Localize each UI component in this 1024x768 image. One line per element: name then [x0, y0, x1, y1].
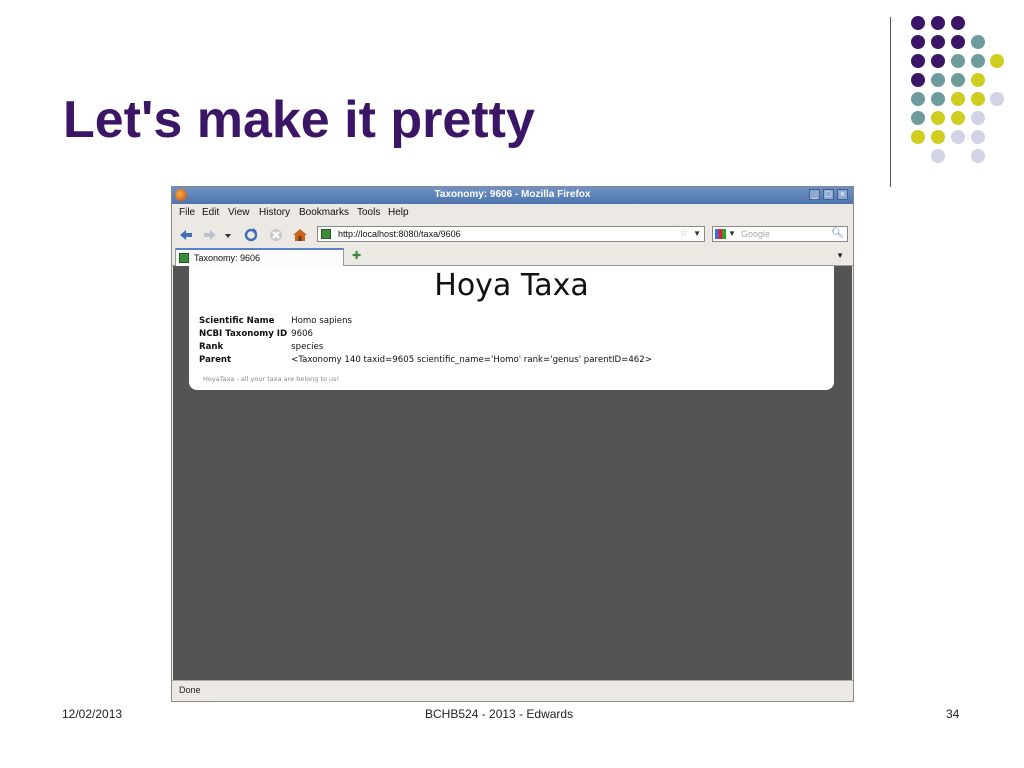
- decorative-dot: [911, 35, 925, 49]
- menu-bookmarks[interactable]: Bookmarks: [299, 207, 349, 218]
- minimize-button[interactable]: _: [809, 189, 820, 200]
- page-heading: Hoya Taxa: [434, 268, 589, 303]
- decorative-dot: [931, 111, 945, 125]
- stop-icon[interactable]: [268, 227, 284, 243]
- decorative-dot: [951, 111, 965, 125]
- window-title: Taxonomy: 9606 - Mozilla Firefox: [434, 189, 591, 200]
- decorative-dot: [911, 92, 925, 106]
- decorative-dot: [911, 73, 925, 87]
- tab-taxonomy[interactable]: Taxonomy: 9606: [175, 248, 344, 266]
- table-row: NCBI Taxonomy ID 9606: [199, 327, 655, 340]
- decorative-dot: [931, 54, 945, 68]
- search-placeholder: Google: [741, 229, 771, 239]
- row-key: Scientific Name: [199, 315, 275, 326]
- row-key: Rank: [199, 341, 224, 352]
- engine-dropdown-icon[interactable]: ▼: [728, 229, 736, 238]
- row-key: NCBI Taxonomy ID: [199, 328, 288, 339]
- slide-footer-center: BCHB524 - 2013 - Edwards: [425, 707, 574, 721]
- decorative-dot: [971, 35, 985, 49]
- google-engine-icon[interactable]: [715, 229, 726, 239]
- browser-window: Taxonomy: 9606 - Mozilla Firefox _ □ × F…: [171, 186, 854, 702]
- menu-bar: File Edit View History Bookmarks Tools H…: [172, 204, 853, 222]
- row-key: Parent: [199, 354, 232, 365]
- decorative-dot: [931, 73, 945, 87]
- decorative-dot: [911, 54, 925, 68]
- table-row: Parent <Taxonomy 140 taxid=9605 scientifi…: [199, 353, 655, 366]
- tab-bar: Taxonomy: 9606 ✚ ▼: [172, 247, 853, 266]
- bookmark-star-icon[interactable]: ☆: [679, 228, 688, 239]
- decorative-dot: [990, 92, 1004, 106]
- decorative-dot: [951, 130, 965, 144]
- decorative-dot: [931, 16, 945, 30]
- search-box[interactable]: ▼ Google 🔍︎: [712, 226, 848, 242]
- tab-label: Taxonomy: 9606: [194, 253, 261, 263]
- table-row: Scientific Name Homo sapiens: [199, 314, 655, 327]
- slide-title: Let's make it pretty: [63, 91, 535, 149]
- status-text: Done: [179, 685, 201, 695]
- site-favicon-icon: [321, 229, 331, 239]
- row-value: 9606: [291, 328, 314, 339]
- back-icon[interactable]: [178, 227, 194, 243]
- forward-icon[interactable]: [202, 227, 218, 243]
- row-value: species: [291, 341, 324, 352]
- taxonomy-info-table: Scientific Name Homo sapiens NCBI Taxonom…: [199, 314, 655, 366]
- decorative-dot: [951, 54, 965, 68]
- table-row: Rank species: [199, 340, 655, 353]
- row-value: Homo sapiens: [291, 315, 353, 326]
- decorative-dot: [931, 92, 945, 106]
- decorative-dot: [951, 73, 965, 87]
- menu-tools[interactable]: Tools: [357, 207, 380, 218]
- home-icon[interactable]: [292, 227, 308, 243]
- decorative-dot: [971, 92, 985, 106]
- history-dropdown-icon[interactable]: [223, 227, 233, 243]
- slide-page-number: 34: [946, 707, 960, 721]
- url-bar[interactable]: http://localhost:8080/taxa/9606 ☆ ▼: [317, 226, 705, 242]
- decorative-dot: [971, 111, 985, 125]
- decorative-dot: [931, 130, 945, 144]
- decorative-dot: [971, 73, 985, 87]
- content-card: Hoya Taxa Scientific Name Homo sapiens NC…: [189, 266, 834, 390]
- menu-history[interactable]: History: [259, 207, 290, 218]
- decorative-dot: [951, 92, 965, 106]
- tab-favicon-icon: [179, 253, 189, 263]
- page-footer-text: HoyaTaxa - all your taxa are belong to u…: [203, 375, 340, 383]
- slide-footer-date: 12/02/2013: [62, 707, 123, 721]
- row-value: <Taxonomy 140 taxid=9605 scientific_name…: [291, 354, 652, 365]
- status-bar: Done: [172, 680, 853, 701]
- decorative-dot: [971, 54, 985, 68]
- url-text: http://localhost:8080/taxa/9606: [338, 229, 461, 239]
- menu-view[interactable]: View: [228, 207, 250, 218]
- decorative-dot: [931, 149, 945, 163]
- navigation-toolbar: http://localhost:8080/taxa/9606 ☆ ▼ ▼ Go…: [172, 222, 853, 247]
- decorative-dot: [990, 54, 1004, 68]
- tab-list-dropdown-icon[interactable]: ▼: [836, 251, 844, 260]
- maximize-button[interactable]: □: [823, 189, 834, 200]
- new-tab-icon[interactable]: ✚: [352, 249, 361, 262]
- menu-edit[interactable]: Edit: [202, 207, 219, 218]
- page-viewport: Hoya Taxa Scientific Name Homo sapiens NC…: [173, 266, 852, 680]
- reload-icon[interactable]: [243, 227, 259, 243]
- decorative-dot: [911, 111, 925, 125]
- decorative-dot: [971, 130, 985, 144]
- window-titlebar[interactable]: Taxonomy: 9606 - Mozilla Firefox _ □ ×: [172, 187, 853, 204]
- decorative-dot: [951, 35, 965, 49]
- menu-help[interactable]: Help: [388, 207, 409, 218]
- search-icon[interactable]: 🔍︎: [831, 228, 844, 239]
- title-divider-line: [890, 17, 891, 187]
- url-dropdown-icon[interactable]: ▼: [693, 229, 701, 238]
- decorative-dot: [911, 16, 925, 30]
- decorative-dot: [971, 149, 985, 163]
- decorative-dot: [931, 35, 945, 49]
- decorative-dot: [911, 130, 925, 144]
- menu-file[interactable]: File: [179, 207, 195, 218]
- close-window-button[interactable]: ×: [837, 189, 848, 200]
- decorative-dot: [951, 16, 965, 30]
